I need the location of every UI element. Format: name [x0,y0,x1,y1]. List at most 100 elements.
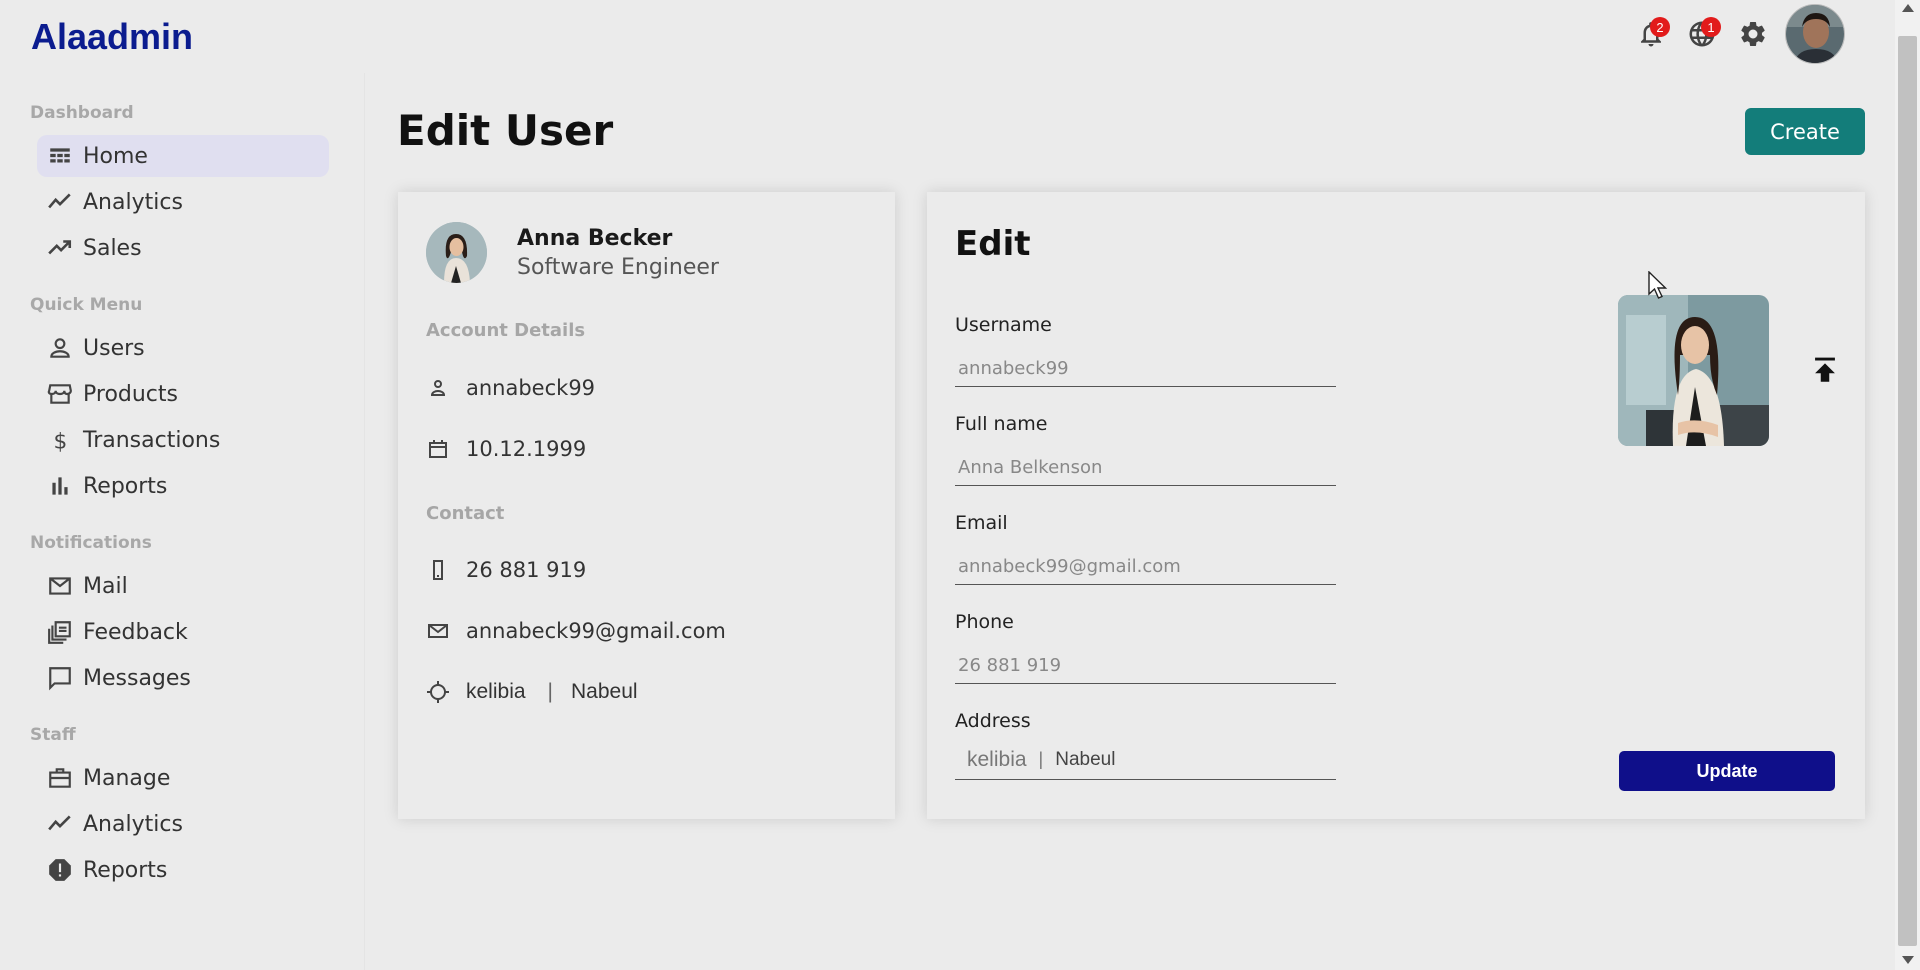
user-region: Nabeul [571,680,638,703]
sidebar-item-label: Messages [83,665,191,691]
top-bar: Alaadmin 2 1 [0,0,1895,73]
edit-form-title: Edit [955,224,1031,264]
user-address-row: kelibia | Nabeul [426,680,638,704]
fullname-label: Full name [955,413,1048,435]
address-region: Nabeul [1055,748,1116,770]
sidebar-item-home[interactable]: Home [37,135,329,177]
update-button[interactable]: Update [1619,751,1835,791]
edit-user-card: Edit Username Full name Email Phone Addr… [927,192,1865,819]
email-label: Email [955,512,1008,534]
person-icon [430,379,446,396]
user-details-card: Anna Becker Software Engineer Account De… [398,192,895,819]
fullname-input[interactable] [955,450,1336,486]
settings-button[interactable] [1733,14,1773,54]
username-label: Username [955,314,1052,336]
sidebar-item-messages[interactable]: Messages [37,657,329,699]
app-logo[interactable]: Alaadmin [31,16,193,58]
language-button[interactable]: 1 [1682,14,1722,54]
sidebar: Dashboard Home Analytics Sales Quick Men… [0,73,365,970]
user-photo-image [1618,295,1769,446]
email-input[interactable] [955,549,1336,585]
sidebar-item-label: Analytics [83,189,183,215]
calendar-icon [429,440,447,458]
page-scrollbar[interactable] [1895,0,1920,970]
phone-label: Phone [955,611,1014,633]
user-name: Anna Becker [517,225,673,251]
sidebar-item-label: Manage [83,765,171,791]
user-city: kelibia [466,680,526,703]
person-icon [50,338,70,358]
user-photo-preview[interactable] [1618,295,1769,446]
report-alert-icon [49,859,71,881]
sidebar-item-label: Home [83,143,148,169]
sidebar-item-label: Feedback [83,619,188,645]
sidebar-item-label: Reports [83,473,168,499]
profile-avatar[interactable] [1785,4,1845,64]
line-chart-icon [48,815,71,831]
notifications-button[interactable]: 2 [1631,14,1671,54]
svg-text:$: $ [54,430,68,453]
contact-heading: Contact [426,503,505,524]
sidebar-item-analytics[interactable]: Analytics [37,181,329,223]
user-avatar [426,222,487,283]
mail-icon [49,577,71,595]
mail-icon [428,624,448,638]
scroll-thumb[interactable] [1898,36,1917,946]
user-job-title: Software Engineer [517,254,719,280]
create-button[interactable]: Create [1745,108,1865,155]
upload-icon[interactable] [1808,352,1842,386]
sidebar-item-manage[interactable]: Manage [37,757,329,799]
bar-chart-icon [52,477,68,495]
sidebar-item-staff-reports[interactable]: Reports [37,849,329,891]
address-separator: | [1038,749,1044,769]
home-dashboard-icon [50,148,70,163]
address-city: kelibia [967,747,1027,771]
sidebar-section-staff: Staff [30,725,76,745]
user-email: annabeck99@gmail.com [466,619,726,643]
user-phone: 26 881 919 [466,558,587,582]
storefront-icon [47,384,72,404]
page-title: Edit User [397,106,614,155]
mouse-cursor-icon [1648,271,1668,299]
user-birthdate: 10.12.1999 [466,437,587,461]
line-chart-icon [48,193,71,209]
location-crosshair-icon [427,681,449,703]
sidebar-section-dashboard: Dashboard [30,103,134,123]
sidebar-section-quick-menu: Quick Menu [30,295,143,315]
sidebar-item-sales[interactable]: Sales [37,227,329,269]
user-birthdate-row: 10.12.1999 [426,437,586,461]
sidebar-item-products[interactable]: Products [37,373,329,415]
top-icons: 2 1 [1620,4,1845,64]
gear-icon [1741,21,1765,46]
feedback-icon [48,621,71,644]
sidebar-item-label: Mail [83,573,128,599]
sidebar-item-label: Products [83,381,178,407]
address-separator: | [547,680,554,703]
user-email-row: annabeck99@gmail.com [426,619,726,643]
scroll-up-arrow-icon[interactable] [1902,4,1914,12]
sidebar-item-label: Reports [83,857,168,883]
sidebar-item-feedback[interactable]: Feedback [37,611,329,653]
user-header: Anna Becker Software Engineer [426,222,719,283]
briefcase-icon [49,768,71,788]
user-names: Anna Becker Software Engineer [517,226,719,280]
sidebar-item-reports[interactable]: Reports [37,465,329,507]
profile-avatar-image [1786,5,1844,63]
address-input[interactable]: kelibia | Nabeul [955,740,1336,780]
sidebar-item-users[interactable]: Users [37,327,329,369]
sidebar-item-mail[interactable]: Mail [37,565,329,607]
user-username-row: annabeck99 [426,376,595,400]
sidebar-item-transactions[interactable]: $ Transactions [37,419,329,461]
scroll-down-arrow-icon[interactable] [1902,956,1914,964]
chat-icon [49,667,71,691]
sidebar-item-staff-analytics[interactable]: Analytics [37,803,329,845]
username-input[interactable] [955,351,1336,387]
sidebar-item-label: Analytics [83,811,183,837]
phone-input[interactable] [955,648,1336,684]
language-badge: 1 [1701,17,1721,37]
sidebar-item-label: Sales [83,235,142,261]
user-username: annabeck99 [466,376,596,400]
dollar-icon: $ [54,430,68,453]
address-label: Address [955,710,1031,732]
user-phone-row: 26 881 919 [426,558,586,582]
